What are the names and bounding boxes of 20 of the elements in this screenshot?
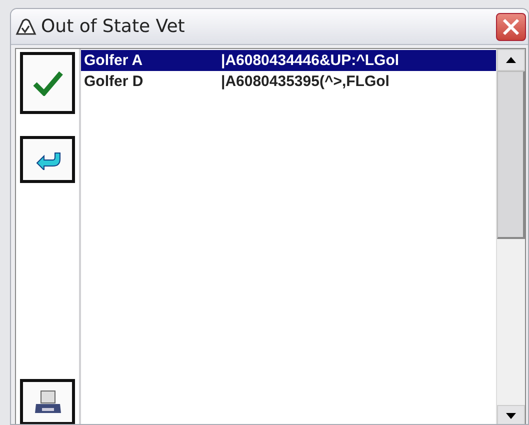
printer-icon	[32, 388, 62, 416]
close-icon	[502, 18, 520, 36]
scroll-up-icon[interactable]	[506, 57, 516, 63]
golfer-name: Golfer D	[84, 73, 144, 90]
return-arrow-icon	[34, 150, 62, 170]
list-row[interactable]: Golfer A |A6080434446&UP:^LGol	[81, 50, 496, 71]
golfer-name: Golfer A	[84, 52, 144, 69]
golfer-code: |A6080434446&UP:^LGol	[221, 52, 400, 69]
scrollbar[interactable]	[496, 49, 525, 424]
window-title: Out of State Vet	[41, 16, 185, 37]
checkmark-icon	[32, 70, 62, 96]
print-button[interactable]	[20, 379, 75, 424]
scroll-thumb[interactable]	[497, 71, 525, 239]
app-icon	[15, 18, 37, 36]
golfer-code: |A6080435395(^>,FLGol	[221, 73, 390, 90]
return-button[interactable]	[20, 136, 75, 183]
scroll-down-icon[interactable]	[506, 413, 516, 419]
confirm-button[interactable]	[20, 52, 75, 114]
list-row[interactable]: Golfer D |A6080435395(^>,FLGol	[81, 71, 496, 92]
close-button[interactable]	[496, 12, 526, 40]
